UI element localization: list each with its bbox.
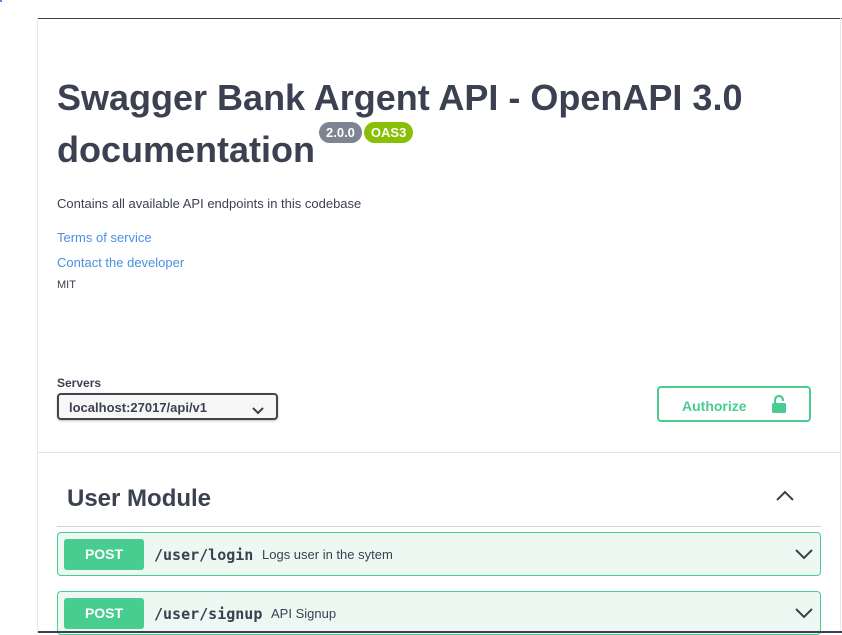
servers-label: Servers — [57, 376, 102, 390]
corner-marker — [0, 0, 2, 2]
api-description: Contains all available API endpoints in … — [57, 196, 362, 211]
terms-of-service-link[interactable]: Terms of service — [57, 230, 152, 245]
server-select[interactable]: localhost:27017/api/v1 — [57, 393, 278, 420]
operation-user-signup[interactable]: POST /user/signup API Signup — [57, 591, 821, 635]
operation-path: /user/login — [154, 546, 254, 564]
license-text: MIT — [57, 279, 76, 291]
page-title: Swagger Bank Argent API - OpenAPI 3.0 do… — [57, 72, 817, 176]
contact-developer-link[interactable]: Contact the developer — [57, 255, 184, 270]
operation-summary: Logs user in the sytem — [262, 547, 393, 562]
operation-user-login[interactable]: POST /user/login Logs user in the sytem — [57, 532, 821, 576]
left-border — [37, 18, 38, 633]
chevron-down-icon[interactable] — [794, 606, 814, 625]
chevron-down-icon — [252, 402, 264, 420]
right-border — [840, 18, 841, 633]
authorize-button[interactable]: Authorize — [657, 386, 811, 422]
operation-summary: API Signup — [271, 606, 337, 621]
tag-title[interactable]: User Module — [67, 485, 211, 513]
method-badge: POST — [64, 598, 144, 629]
operation-path: /user/signup — [154, 605, 263, 623]
authorize-label: Authorize — [682, 398, 747, 414]
tag-divider — [57, 526, 821, 527]
section-divider — [38, 452, 840, 453]
top-border — [38, 18, 842, 19]
server-selected-value: localhost:27017/api/v1 — [69, 400, 208, 415]
chevron-down-icon[interactable] — [794, 547, 814, 566]
method-badge: POST — [64, 539, 144, 570]
version-badge: 2.0.0 — [319, 122, 362, 143]
oas-badge: OAS3 — [363, 122, 414, 143]
chevron-up-icon[interactable] — [775, 489, 795, 508]
lock-icon — [771, 394, 787, 419]
